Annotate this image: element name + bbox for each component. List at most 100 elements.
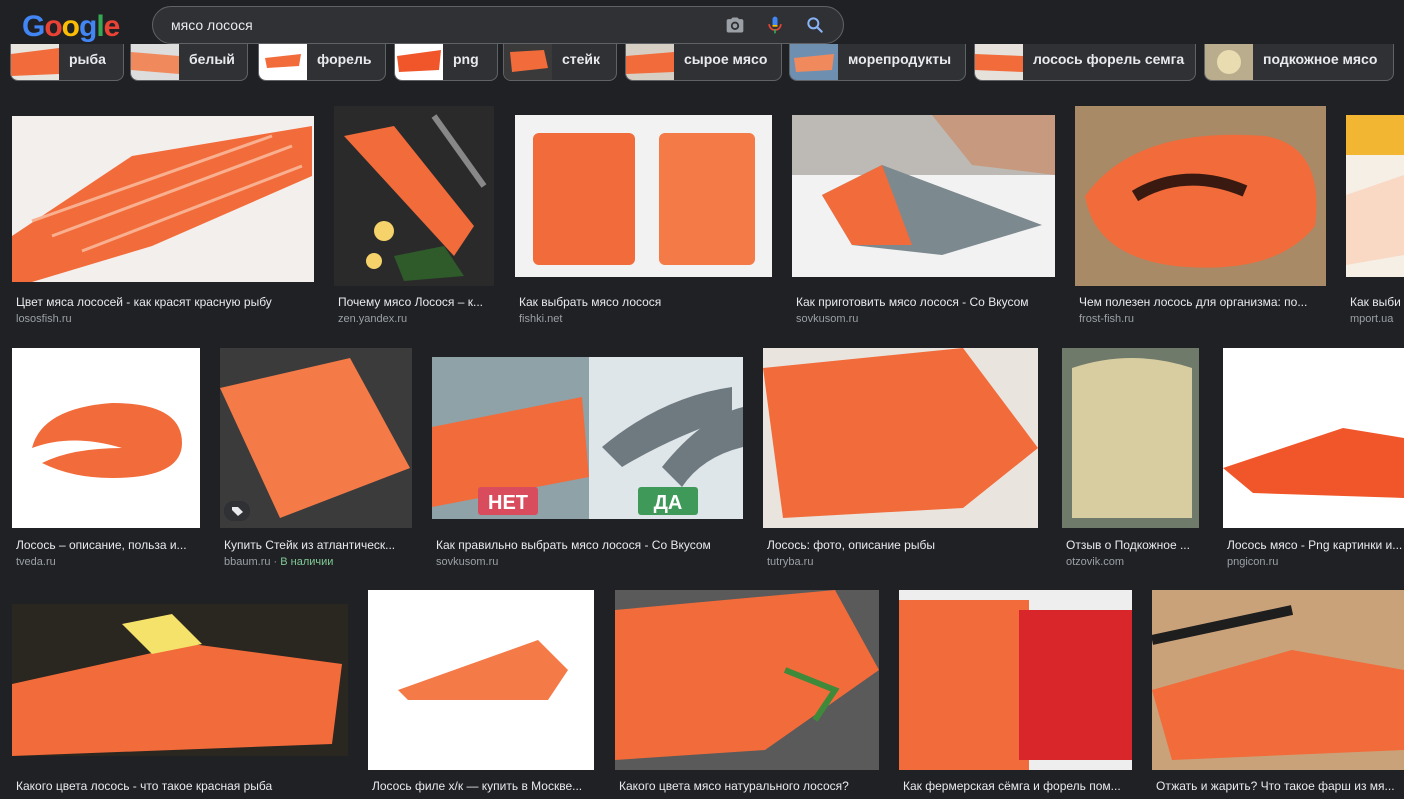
result-title[interactable]: Лосось мясо - Png картинки и... — [1227, 538, 1404, 552]
result-source[interactable]: frost-fish.ru — [1079, 313, 1134, 325]
search-input[interactable] — [171, 7, 711, 43]
result-title[interactable]: Как приготовить мясо лосося - Со Вкусом — [796, 295, 1055, 309]
result-card[interactable]: Чем полезен лосось для организма: по... … — [1075, 106, 1326, 331]
tag-icon — [224, 501, 250, 521]
result-thumbnail[interactable] — [1075, 106, 1326, 286]
microphone-icon[interactable] — [765, 15, 785, 35]
search-icon[interactable] — [805, 15, 825, 35]
result-source[interactable]: bbaum.ru · В наличии — [224, 556, 333, 568]
result-card[interactable]: Как фермерская сёмга и форель пом... — [899, 590, 1132, 799]
result-thumbnail[interactable] — [615, 590, 879, 770]
result-card[interactable]: Отзыв о Подкожное ... otzovik.com — [1062, 348, 1199, 573]
result-source[interactable]: tveda.ru — [16, 556, 56, 568]
result-thumbnail[interactable] — [220, 348, 412, 528]
result-title[interactable]: Как правильно выбрать мясо лосося - Со В… — [436, 538, 743, 552]
result-card[interactable]: Лосось мясо - Png картинки и... pngicon.… — [1223, 348, 1404, 573]
chip-thumbnail — [975, 44, 1023, 80]
chip-seafood[interactable]: морепродукты — [789, 44, 966, 81]
result-thumbnail[interactable] — [515, 115, 772, 277]
result-source[interactable]: tutryba.ru — [767, 556, 813, 568]
result-card[interactable]: Какого цвета лосось - что такое красная … — [12, 590, 348, 799]
result-title[interactable]: Почему мясо Лосося – к... — [338, 295, 494, 309]
result-thumbnail[interactable] — [1062, 348, 1199, 528]
chip-salmon-trout[interactable]: лосось форель семга — [974, 44, 1196, 81]
search-box — [152, 6, 844, 44]
chip-thumbnail — [131, 44, 179, 80]
result-title[interactable]: Лосось – описание, польза и... — [16, 538, 200, 552]
chip-thumbnail — [259, 44, 307, 80]
result-thumbnail[interactable] — [763, 348, 1038, 528]
chip-label: сырое мясо — [684, 51, 768, 67]
chip-trout[interactable]: форель — [258, 44, 386, 81]
result-thumbnail[interactable] — [899, 590, 1132, 770]
chip-thumbnail — [395, 44, 443, 80]
result-source[interactable]: zen.yandex.ru — [338, 313, 407, 325]
result-source[interactable]: lososfish.ru — [16, 313, 72, 325]
logo-letter: e — [103, 10, 121, 43]
result-title[interactable]: Лосось филе х/к — купить в Москве... — [372, 779, 594, 793]
chip-label: белый — [189, 51, 235, 67]
result-card[interactable]: Лосось: фото, описание рыбы tutryba.ru — [763, 348, 1038, 573]
result-thumbnail[interactable] — [1346, 115, 1404, 277]
chip-thumbnail — [504, 44, 552, 80]
chip-white[interactable]: белый — [130, 44, 248, 81]
result-card[interactable]: Лосось – описание, польза и... tveda.ru — [12, 348, 200, 573]
chip-steak[interactable]: стейк — [503, 44, 617, 81]
result-thumbnail[interactable]: НЕТ ДА — [432, 357, 743, 519]
result-source[interactable]: mport.ua — [1350, 313, 1393, 325]
result-card[interactable]: Купить Стейк из атлантическ... bbaum.ru … — [220, 348, 412, 573]
result-thumbnail[interactable] — [1152, 590, 1404, 770]
camera-icon[interactable] — [725, 15, 745, 35]
result-thumbnail[interactable] — [12, 348, 200, 528]
result-title[interactable]: Купить Стейк из атлантическ... — [224, 538, 412, 552]
result-title[interactable]: Как фермерская сёмга и форель пом... — [903, 779, 1132, 793]
chip-subcutaneous[interactable]: подкожное мясо — [1204, 44, 1394, 81]
result-thumbnail[interactable] — [792, 115, 1055, 277]
logo-letter: o — [44, 10, 62, 43]
result-card[interactable]: Какого цвета мясо натурального лосося? — [615, 590, 879, 799]
chip-label: лосось форель семга — [1033, 51, 1185, 67]
result-title[interactable]: Отжать и жарить? Что такое фарш из мя... — [1156, 779, 1404, 793]
result-card[interactable]: Отжать и жарить? Что такое фарш из мя... — [1152, 590, 1404, 799]
chip-raw-meat[interactable]: сырое мясо — [625, 44, 782, 81]
result-card[interactable]: Как выбрать мясо лосося fishki.net — [515, 106, 772, 331]
result-thumbnail[interactable] — [368, 590, 594, 770]
result-card[interactable]: Как приготовить мясо лосося - Со Вкусом … — [792, 106, 1055, 331]
result-title[interactable]: Чем полезен лосось для организма: по... — [1079, 295, 1322, 309]
result-title[interactable]: Как выбрать мясо лосося — [519, 295, 772, 309]
result-title[interactable]: Лосось: фото, описание рыбы — [767, 538, 1038, 552]
chip-label: морепродукты — [848, 51, 952, 67]
google-logo[interactable]: Google — [22, 10, 121, 44]
result-card[interactable]: Как выби mport.ua — [1346, 106, 1404, 331]
result-source[interactable]: sovkusom.ru — [436, 556, 498, 568]
result-thumbnail[interactable] — [12, 116, 314, 282]
related-searches-chips: рыба белый форель png стейк сырое мясо м… — [0, 44, 1404, 84]
chip-label: стейк — [562, 51, 601, 67]
result-title[interactable]: Какого цвета лосось - что такое красная … — [16, 779, 348, 793]
result-card[interactable]: Лосось филе х/к — купить в Москве... — [368, 590, 594, 799]
result-source[interactable]: sovkusom.ru — [796, 313, 858, 325]
result-title[interactable]: Какого цвета мясо натурального лосося? — [619, 779, 879, 793]
logo-letter: G — [22, 10, 45, 43]
result-source[interactable]: pngicon.ru — [1227, 556, 1278, 568]
result-title[interactable]: Цвет мяса лососей - как красят красную р… — [16, 295, 310, 309]
result-title[interactable]: Как выби — [1350, 295, 1404, 309]
result-thumbnail[interactable] — [12, 604, 348, 756]
result-card[interactable]: НЕТ ДА Как правильно выбрать мясо лосося… — [432, 348, 743, 573]
chip-label: форель — [317, 51, 372, 67]
logo-letter: o — [61, 10, 80, 43]
result-thumbnail[interactable] — [1223, 348, 1404, 528]
chip-png[interactable]: png — [394, 44, 498, 81]
result-thumbnail[interactable] — [334, 106, 494, 286]
chip-fish[interactable]: рыба — [10, 44, 124, 81]
result-source[interactable]: fishki.net — [519, 313, 562, 325]
result-source[interactable]: otzovik.com — [1066, 556, 1124, 568]
result-card[interactable]: Почему мясо Лосося – к... zen.yandex.ru — [334, 106, 494, 331]
badge-no: НЕТ — [488, 492, 528, 514]
chip-thumbnail — [11, 44, 59, 80]
chip-label: подкожное мясо — [1263, 51, 1378, 67]
result-card[interactable]: Цвет мяса лососей - как красят красную р… — [12, 106, 314, 331]
logo-letter: g — [79, 10, 97, 43]
result-title[interactable]: Отзыв о Подкожное ... — [1066, 538, 1199, 552]
logo-letter: l — [96, 10, 104, 43]
